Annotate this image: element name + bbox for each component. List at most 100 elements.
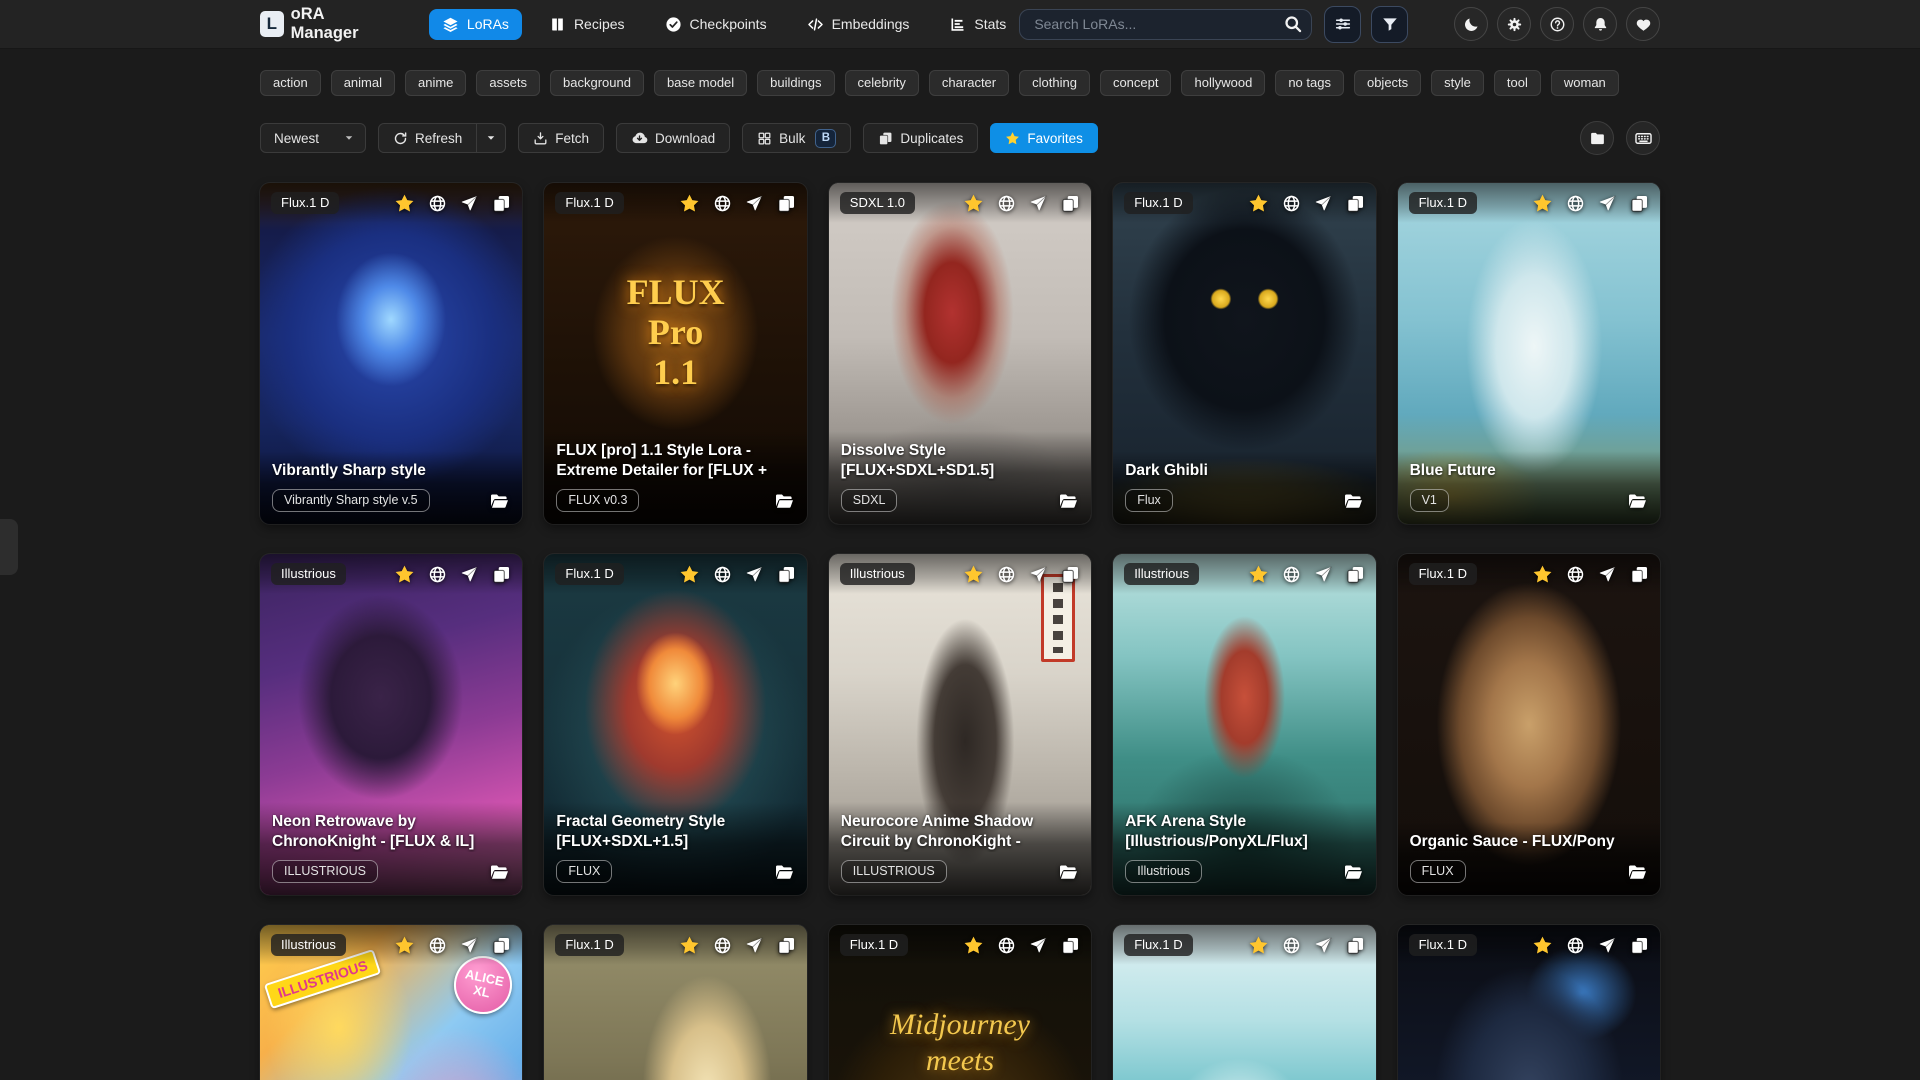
lora-card[interactable]: Flux.1 D xyxy=(1113,925,1375,1080)
send-icon[interactable] xyxy=(1598,194,1617,213)
send-icon[interactable] xyxy=(1029,194,1048,213)
copy-icon[interactable] xyxy=(1630,194,1649,213)
favorite-star-icon[interactable] xyxy=(679,564,700,585)
tag-filter-hollywood[interactable]: hollywood xyxy=(1181,70,1265,96)
folder-open-icon[interactable] xyxy=(1058,491,1079,512)
globe-icon[interactable] xyxy=(1566,565,1585,584)
search-input[interactable] xyxy=(1019,9,1312,40)
copy-icon[interactable] xyxy=(1061,936,1080,955)
app-logo[interactable]: L oRA Manager xyxy=(260,5,387,43)
lora-card[interactable]: Flux.1 D Midjourney meets xyxy=(829,925,1091,1080)
favorite-star-icon[interactable] xyxy=(679,193,700,214)
globe-icon[interactable] xyxy=(428,565,447,584)
folder-open-icon[interactable] xyxy=(1343,491,1364,512)
folder-view-button[interactable] xyxy=(1580,121,1614,155)
copy-icon[interactable] xyxy=(492,194,511,213)
favorite-star-icon[interactable] xyxy=(963,564,984,585)
copy-icon[interactable] xyxy=(1630,936,1649,955)
tag-filter-buildings[interactable]: buildings xyxy=(757,70,834,96)
globe-icon[interactable] xyxy=(997,936,1016,955)
favorite-star-icon[interactable] xyxy=(1248,935,1269,956)
nav-item-stats[interactable]: Stats xyxy=(936,9,1019,40)
send-icon[interactable] xyxy=(1029,565,1048,584)
filter-sliders-button[interactable] xyxy=(1324,6,1361,43)
folder-open-icon[interactable] xyxy=(774,491,795,512)
tag-filter-action[interactable]: action xyxy=(260,70,321,96)
send-icon[interactable] xyxy=(1598,936,1617,955)
favorite-star-icon[interactable] xyxy=(1532,935,1553,956)
theme-toggle-button[interactable] xyxy=(1454,7,1488,41)
folder-open-icon[interactable] xyxy=(489,862,510,883)
bulk-button[interactable]: Bulk B xyxy=(742,123,851,153)
send-icon[interactable] xyxy=(1314,194,1333,213)
copy-icon[interactable] xyxy=(777,936,796,955)
lora-card[interactable]: Flux.1 D Fractal Geometry Style [FLUX+SD… xyxy=(544,554,806,895)
tag-filter-animal[interactable]: animal xyxy=(331,70,395,96)
folder-open-icon[interactable] xyxy=(1058,862,1079,883)
favorite-star-icon[interactable] xyxy=(963,935,984,956)
copy-icon[interactable] xyxy=(777,565,796,584)
tag-filter-woman[interactable]: woman xyxy=(1551,70,1619,96)
copy-icon[interactable] xyxy=(777,194,796,213)
tag-filter-objects[interactable]: objects xyxy=(1354,70,1421,96)
favorite-star-icon[interactable] xyxy=(1532,564,1553,585)
send-icon[interactable] xyxy=(745,565,764,584)
lora-card[interactable]: Flux.1 D Organic Sauce - FLUX/Pony FLUX xyxy=(1398,554,1660,895)
send-icon[interactable] xyxy=(1314,936,1333,955)
globe-icon[interactable] xyxy=(1282,936,1301,955)
support-button[interactable] xyxy=(1626,7,1660,41)
send-icon[interactable] xyxy=(460,194,479,213)
folder-open-icon[interactable] xyxy=(1627,862,1648,883)
copy-icon[interactable] xyxy=(1346,936,1365,955)
lora-card[interactable]: Illustrious ILLUSTRIOUSALICE XL xyxy=(260,925,522,1080)
tag-filter-celebrity[interactable]: celebrity xyxy=(845,70,919,96)
folder-open-icon[interactable] xyxy=(774,862,795,883)
tag-filter-character[interactable]: character xyxy=(929,70,1009,96)
copy-icon[interactable] xyxy=(1630,565,1649,584)
globe-icon[interactable] xyxy=(1282,194,1301,213)
refresh-button[interactable]: Refresh xyxy=(378,123,477,153)
filter-funnel-button[interactable] xyxy=(1371,6,1408,43)
lora-card[interactable]: SDXL 1.0 Dissolve Style [FLUX+SDXL+SD1.5… xyxy=(829,183,1091,524)
favorites-filter-button[interactable]: Favorites xyxy=(990,123,1098,153)
favorite-star-icon[interactable] xyxy=(963,193,984,214)
lora-card[interactable]: Flux.1 D Vibrantly Sharp style Vibrantly… xyxy=(260,183,522,524)
lora-card[interactable]: Flux.1 D Dark Ghibli Flux xyxy=(1113,183,1375,524)
globe-icon[interactable] xyxy=(713,565,732,584)
globe-icon[interactable] xyxy=(428,936,447,955)
search-button[interactable] xyxy=(1283,14,1303,34)
nav-item-checkpoints[interactable]: Checkpoints xyxy=(652,9,780,40)
lora-card[interactable]: Illustrious Neurocore Anime Shadow Circu… xyxy=(829,554,1091,895)
copy-icon[interactable] xyxy=(492,565,511,584)
send-icon[interactable] xyxy=(1029,936,1048,955)
nav-item-loras[interactable]: LoRAs xyxy=(429,9,522,40)
tag-filter-base-model[interactable]: base model xyxy=(654,70,747,96)
tag-filter-anime[interactable]: anime xyxy=(405,70,466,96)
send-icon[interactable] xyxy=(1598,565,1617,584)
tag-filter-assets[interactable]: assets xyxy=(476,70,540,96)
download-button[interactable]: Download xyxy=(616,123,730,153)
favorite-star-icon[interactable] xyxy=(394,193,415,214)
help-button[interactable] xyxy=(1540,7,1574,41)
lora-card[interactable]: Flux.1 D FLUX [pro] 1.1 Style Lora - Ext… xyxy=(544,183,806,524)
lora-card[interactable]: Illustrious Neon Retrowave by ChronoKnig… xyxy=(260,554,522,895)
send-icon[interactable] xyxy=(460,565,479,584)
lora-card[interactable]: Flux.1 D xyxy=(544,925,806,1080)
copy-icon[interactable] xyxy=(492,936,511,955)
globe-icon[interactable] xyxy=(1282,565,1301,584)
copy-icon[interactable] xyxy=(1346,565,1365,584)
keyboard-shortcuts-button[interactable] xyxy=(1626,121,1660,155)
globe-icon[interactable] xyxy=(1566,936,1585,955)
settings-button[interactable] xyxy=(1497,7,1531,41)
refresh-options-button[interactable] xyxy=(477,123,506,153)
favorite-star-icon[interactable] xyxy=(1248,564,1269,585)
tag-filter-tool[interactable]: tool xyxy=(1494,70,1541,96)
globe-icon[interactable] xyxy=(428,194,447,213)
lora-card[interactable]: Flux.1 D xyxy=(1398,925,1660,1080)
send-icon[interactable] xyxy=(745,194,764,213)
tag-filter-no-tags[interactable]: no tags xyxy=(1275,70,1344,96)
lora-card[interactable]: Illustrious AFK Arena Style [Illustrious… xyxy=(1113,554,1375,895)
side-panel-handle[interactable] xyxy=(0,519,18,575)
duplicates-button[interactable]: Duplicates xyxy=(863,123,978,153)
send-icon[interactable] xyxy=(460,936,479,955)
